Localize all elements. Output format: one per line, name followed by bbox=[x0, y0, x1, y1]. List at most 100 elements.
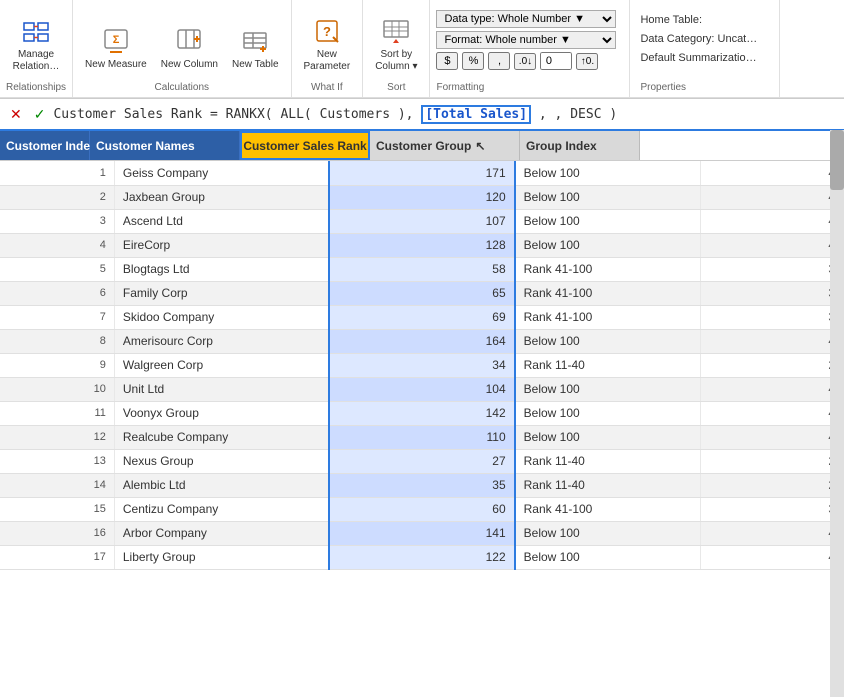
cell-group-index: 4 bbox=[700, 521, 843, 545]
cell-rank: 142 bbox=[329, 401, 515, 425]
cell-rank: 60 bbox=[329, 497, 515, 521]
comma-button[interactable]: , bbox=[488, 52, 510, 70]
cell-group-index: 4 bbox=[700, 377, 843, 401]
formula-bar: ✕ ✓ Customer Sales Rank = RANKX( ALL( Cu… bbox=[0, 99, 844, 131]
cell-rank: 65 bbox=[329, 281, 515, 305]
col-header-customer-group[interactable]: Customer Group ↖ bbox=[370, 131, 520, 160]
cell-group-index: 3 bbox=[700, 281, 843, 305]
cell-name: Ascend Ltd bbox=[114, 209, 328, 233]
formula-end: , , DESC ) bbox=[539, 107, 617, 122]
data-type-dropdown[interactable]: Data type: Whole Number ▼ bbox=[436, 10, 616, 28]
ribbon-group-formatting: Data type: Whole Number ▼ Format: Whole … bbox=[430, 0, 630, 97]
data-table: 1Geiss Company171Below 10042Jaxbean Grou… bbox=[0, 161, 844, 697]
new-column-button[interactable]: New Column bbox=[155, 20, 224, 76]
cell-index: 10 bbox=[0, 377, 114, 401]
cell-group-index: 2 bbox=[700, 449, 843, 473]
sort-by-column-button[interactable]: Sort byColumn ▾ bbox=[369, 12, 423, 76]
cell-group: Below 100 bbox=[515, 521, 701, 545]
cell-group: Below 100 bbox=[515, 209, 701, 233]
new-column-icon bbox=[173, 25, 205, 57]
col-header-customer-index[interactable]: Customer Index bbox=[0, 131, 90, 160]
cell-name: Unit Ltd bbox=[114, 377, 328, 401]
cell-group: Rank 11-40 bbox=[515, 353, 701, 377]
cell-name: Walgreen Corp bbox=[114, 353, 328, 377]
manage-relationships-label: ManageRelation… bbox=[13, 49, 60, 73]
col-header-group-index[interactable]: Group Index bbox=[520, 131, 640, 160]
cell-index: 11 bbox=[0, 401, 114, 425]
table-row: 10Unit Ltd104Below 1004 bbox=[0, 377, 844, 401]
whatif-group-label: What If bbox=[311, 82, 343, 97]
decimal-input[interactable] bbox=[540, 52, 572, 70]
formula-confirm-button[interactable]: ✓ bbox=[30, 104, 50, 125]
new-measure-button[interactable]: Σ New Measure bbox=[79, 20, 153, 76]
new-table-button[interactable]: New Table bbox=[226, 20, 285, 76]
ribbon: ManageRelation… Relationships Σ bbox=[0, 0, 844, 99]
ribbon-group-whatif: ? NewParameter What If bbox=[292, 0, 364, 97]
ribbon-group-properties: Home Table: Data Category: Uncat… Defaul… bbox=[630, 0, 780, 97]
cell-rank: 34 bbox=[329, 353, 515, 377]
cell-name: Jaxbean Group bbox=[114, 185, 328, 209]
relationships-group-label: Relationships bbox=[6, 82, 66, 97]
ribbon-group-sort: Sort byColumn ▾ Sort bbox=[363, 0, 430, 97]
cell-index: 1 bbox=[0, 161, 114, 185]
new-parameter-label: NewParameter bbox=[304, 49, 351, 73]
cell-index: 7 bbox=[0, 305, 114, 329]
cell-group: Below 100 bbox=[515, 377, 701, 401]
cell-name: Amerisourc Corp bbox=[114, 329, 328, 353]
table-row: 3Ascend Ltd107Below 1004 bbox=[0, 209, 844, 233]
percent-button[interactable]: % bbox=[462, 52, 484, 70]
cell-name: Realcube Company bbox=[114, 425, 328, 449]
cell-group-index: 2 bbox=[700, 473, 843, 497]
cell-index: 3 bbox=[0, 209, 114, 233]
data-category-label: Data Category: Uncat… bbox=[640, 33, 757, 45]
manage-relationships-button[interactable]: ManageRelation… bbox=[7, 12, 66, 76]
cell-name: Family Corp bbox=[114, 281, 328, 305]
cell-group: Rank 11-40 bbox=[515, 473, 701, 497]
cell-name: Geiss Company bbox=[114, 161, 328, 185]
cell-rank: 107 bbox=[329, 209, 515, 233]
cell-index: 12 bbox=[0, 425, 114, 449]
table-row: 17Liberty Group122Below 1004 bbox=[0, 545, 844, 569]
new-parameter-icon: ? bbox=[311, 15, 343, 47]
increase-decimal-button[interactable]: ↑0. bbox=[576, 53, 598, 70]
cell-name: Nexus Group bbox=[114, 449, 328, 473]
table-row: 16Arbor Company141Below 1004 bbox=[0, 521, 844, 545]
column-headers: Customer Index Customer Names Customer S… bbox=[0, 131, 844, 161]
currency-button[interactable]: $ bbox=[436, 52, 458, 70]
cell-index: 17 bbox=[0, 545, 114, 569]
cell-rank: 171 bbox=[329, 161, 515, 185]
cursor-icon: ↖ bbox=[475, 139, 485, 153]
scroll-thumb[interactable] bbox=[830, 130, 844, 190]
formula-body: Customer Sales Rank = RANKX( ALL( Custom… bbox=[53, 107, 413, 122]
formatting-group-label: Formatting bbox=[436, 82, 484, 97]
decrease-decimal-button[interactable]: .0↓ bbox=[514, 53, 536, 70]
cell-rank: 122 bbox=[329, 545, 515, 569]
formula-cancel-button[interactable]: ✕ bbox=[6, 104, 26, 125]
table-row: 5Blogtags Ltd58Rank 41-1003 bbox=[0, 257, 844, 281]
cell-group-index: 4 bbox=[700, 209, 843, 233]
format-dropdown[interactable]: Format: Whole number ▼ bbox=[436, 31, 616, 49]
col-header-customer-sales-rank[interactable]: Customer Sales Rank bbox=[240, 131, 370, 160]
table-row: 2Jaxbean Group120Below 1004 bbox=[0, 185, 844, 209]
col-header-customer-names[interactable]: Customer Names bbox=[90, 131, 240, 160]
cell-index: 16 bbox=[0, 521, 114, 545]
table-row: 11Voonyx Group142Below 1004 bbox=[0, 401, 844, 425]
ribbon-group-relationships: ManageRelation… Relationships bbox=[0, 0, 73, 97]
cell-rank: 128 bbox=[329, 233, 515, 257]
cell-name: Arbor Company bbox=[114, 521, 328, 545]
sort-group-label: Sort bbox=[387, 82, 405, 97]
vertical-scrollbar[interactable] bbox=[830, 130, 844, 697]
table-row: 1Geiss Company171Below 1004 bbox=[0, 161, 844, 185]
cell-index: 4 bbox=[0, 233, 114, 257]
formula-text: Customer Sales Rank = RANKX( ALL( Custom… bbox=[53, 107, 838, 122]
cell-group-index: 2 bbox=[700, 353, 843, 377]
sort-by-column-label: Sort byColumn ▾ bbox=[375, 49, 417, 73]
new-table-icon bbox=[239, 25, 271, 57]
cell-group: Below 100 bbox=[515, 425, 701, 449]
new-parameter-button[interactable]: ? NewParameter bbox=[298, 12, 357, 76]
cell-rank: 35 bbox=[329, 473, 515, 497]
cell-index: 5 bbox=[0, 257, 114, 281]
formula-highlight: [Total Sales] bbox=[421, 105, 531, 124]
cell-group: Rank 41-100 bbox=[515, 281, 701, 305]
cell-group: Rank 41-100 bbox=[515, 257, 701, 281]
